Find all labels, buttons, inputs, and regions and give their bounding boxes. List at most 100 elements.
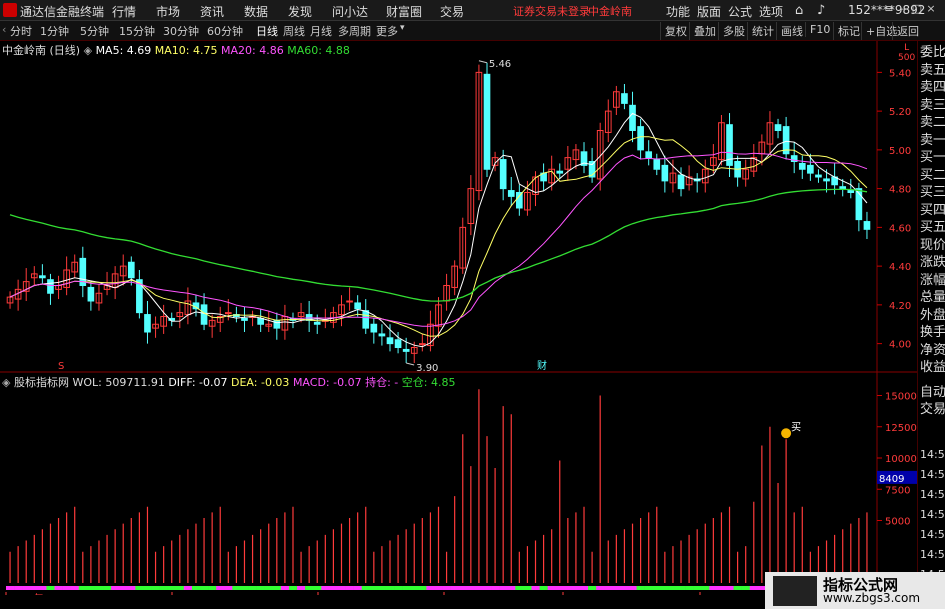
toolbar-collapse-icon[interactable]: ‹ <box>2 23 6 36</box>
period-fenshi[interactable]: 分时 <box>10 23 32 39</box>
candle-body <box>839 186 847 190</box>
vol-tick-label: 5000 <box>885 517 910 528</box>
menu-faxian[interactable]: 发现 <box>288 3 312 20</box>
auto-trade-label[interactable]: 交易 <box>920 401 945 419</box>
menu-shichang[interactable]: 市场 <box>156 3 180 20</box>
date-tick-label: 9 <box>320 594 326 595</box>
candle-body <box>241 317 248 321</box>
position-strip-segment <box>321 586 330 590</box>
position-strip-segment <box>353 586 363 590</box>
volume-pane[interactable]: 15000 12500 10000 7500 5000 8409 买 2024年 8 9 10 11 1… <box>0 373 917 605</box>
period-daily[interactable]: 日线 <box>256 23 278 39</box>
position-strip-segment <box>127 586 136 590</box>
empty-value: 空仓: 4.85 <box>401 376 456 389</box>
candle-body <box>370 323 378 333</box>
price-tick-label: 4.00 <box>889 340 911 351</box>
menu-xuanxiang[interactable]: 选项 <box>759 3 783 20</box>
period-multi[interactable]: 多周期 <box>338 23 371 39</box>
menu-banmian[interactable]: 版面 <box>697 3 721 20</box>
volume-chart[interactable]: 15000 12500 10000 7500 5000 8409 买 2024年 8 9 10 11 1… <box>0 373 917 605</box>
quote-row-label: 买五 <box>920 220 945 235</box>
auto-trade-label[interactable]: 自动 <box>920 384 945 402</box>
position-strip-segment <box>280 586 290 590</box>
ma5-label: MA5: 4.69 <box>95 44 152 57</box>
menu-wenxiaoda[interactable]: 问小达 <box>332 3 368 20</box>
skin-icon[interactable]: ⌂ <box>795 3 803 18</box>
position-strip-segment <box>111 586 120 590</box>
settings-icon[interactable]: ◈ <box>84 44 92 57</box>
quote-row-label: 现价 <box>920 237 945 253</box>
date-tick-label: 2024年 <box>8 592 43 595</box>
menu-gongshi[interactable]: 公式 <box>728 3 752 20</box>
position-strip-segment <box>466 586 476 590</box>
menu-zixun[interactable]: 资讯 <box>200 3 224 20</box>
position-strip-segment <box>717 586 726 590</box>
date-tick-label: 8 <box>174 594 180 595</box>
period-60min[interactable]: 60分钟 <box>207 23 243 39</box>
candle-body <box>394 339 402 348</box>
date-tick-label: 10 <box>446 594 459 595</box>
minimize-icon[interactable]: – <box>896 2 910 15</box>
position-strip-segment <box>248 586 257 590</box>
position-strip-segment <box>78 586 88 590</box>
watermark-logo <box>773 576 817 606</box>
position-strip-segment <box>183 586 193 590</box>
candle-body <box>87 286 95 302</box>
period-more[interactable]: 更多 <box>376 23 398 39</box>
kline-chart[interactable]: 5.40 5.20 5.00 4.80 4.60 4.40 4.20 4.00 5.46 3.90… <box>0 41 917 374</box>
period-15min[interactable]: 15分钟 <box>119 23 155 39</box>
menu-gongneng[interactable]: 功能 <box>666 3 690 20</box>
candle-body <box>556 170 564 174</box>
btn-huaxian[interactable]: 画线 <box>776 22 807 40</box>
position-strip-segment <box>256 586 265 590</box>
btn-biaoji[interactable]: 标记 <box>833 22 864 40</box>
menu-shuju[interactable]: 数据 <box>244 3 268 20</box>
position-strip-segment <box>30 586 39 590</box>
position-strip-segment <box>628 586 637 590</box>
kline-pane[interactable]: 5.40 5.20 5.00 4.80 4.60 4.40 4.20 4.00 5.46 3.90… <box>0 41 917 374</box>
price-tick-label: 5.00 <box>889 146 911 157</box>
position-strip-segment <box>216 586 225 590</box>
menu-hangqing[interactable]: 行情 <box>112 3 136 20</box>
period-30min[interactable]: 30分钟 <box>163 23 199 39</box>
close-icon[interactable]: × <box>924 2 938 15</box>
position-strip-segment <box>94 586 104 590</box>
position-strip-segment <box>167 586 177 590</box>
position-strip-segment <box>450 586 460 590</box>
position-strip-segment <box>636 586 645 590</box>
more-chevron-icon[interactable]: ▾ <box>400 23 405 33</box>
btn-tongji[interactable]: 统计 <box>747 22 778 40</box>
position-strip-segment <box>361 586 371 590</box>
maximize-icon[interactable]: □ <box>910 2 924 15</box>
menu-caifuquan[interactable]: 财富圈 <box>386 3 422 20</box>
position-strip-segment <box>38 586 47 590</box>
btn-f10[interactable]: F10 <box>805 22 834 37</box>
hold-value: 持仓: - <box>365 376 399 389</box>
menu-bar: 通达信金融终端 行情 市场 资讯 数据 发现 问小达 财富圈 交易 证券交易未登… <box>0 0 945 21</box>
login-status[interactable]: 证券交易未登录 <box>513 3 590 19</box>
indicator-source: 股标指标网 <box>13 376 69 389</box>
candle-body <box>798 162 806 170</box>
period-weekly[interactable]: 周线 <box>283 23 305 39</box>
position-strip-segment <box>515 586 524 590</box>
btn-duogu[interactable]: 多股 <box>718 22 749 40</box>
period-1min[interactable]: 1分钟 <box>40 23 69 39</box>
watermark-url: www.zbgs3.com <box>823 591 921 605</box>
app-logo <box>3 3 17 17</box>
quote-row-label: 涨跌 <box>920 255 945 270</box>
position-strip-segment <box>394 586 403 590</box>
btn-diejia[interactable]: 叠加 <box>689 22 720 40</box>
candle-body <box>807 164 814 174</box>
menu-icon[interactable]: ≡ <box>882 2 896 15</box>
vol-tick-label: 12500 <box>885 423 917 434</box>
btn-fanhui[interactable]: 返回 <box>892 22 923 40</box>
menu-jiaoyi[interactable]: 交易 <box>440 3 464 20</box>
position-strip-segment <box>579 586 589 590</box>
period-monthly[interactable]: 月线 <box>310 23 332 39</box>
bell-icon[interactable]: ♪ <box>817 3 825 18</box>
position-strip-segment <box>329 586 338 590</box>
period-5min[interactable]: 5分钟 <box>80 23 109 39</box>
quote-row-label: 净资 <box>920 342 945 358</box>
btn-fuquan[interactable]: 复权 <box>660 22 691 40</box>
indicator-settings-icon[interactable]: ◈ <box>2 376 10 389</box>
